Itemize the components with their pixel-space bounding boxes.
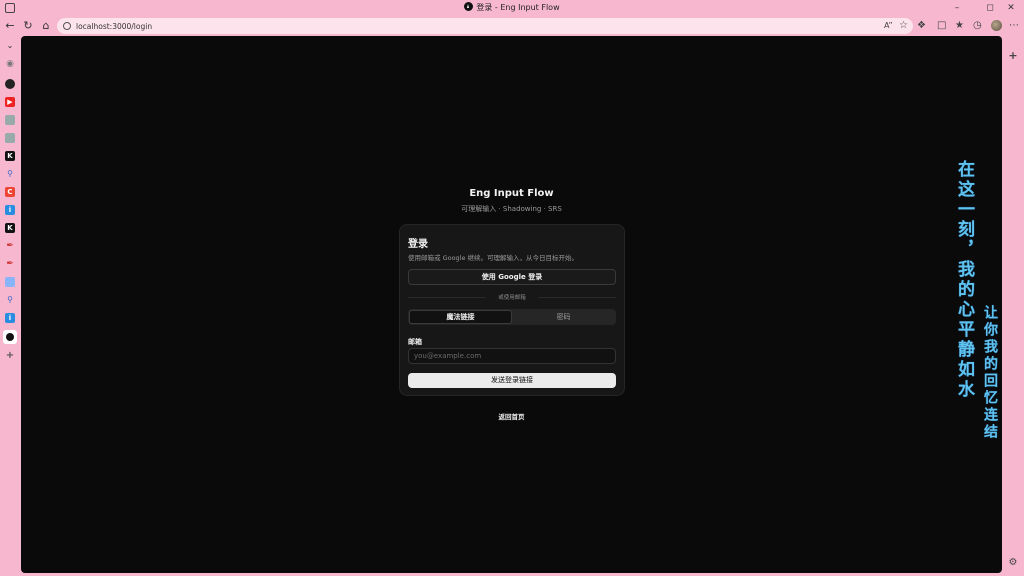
youtube-icon[interactable]: ▶ — [5, 97, 15, 107]
address-bar[interactable] — [57, 18, 913, 34]
page-viewport: Eng Input Flow 可理解输入 · Shadowing · SRS 登… — [21, 36, 1002, 573]
overlay-text-line2: 让你我的回忆连结 — [982, 305, 998, 441]
globe-icon[interactable]: ◉ — [5, 59, 15, 69]
eng-input-flow-icon — [464, 2, 474, 11]
browser-toolbar: ← ↻ ⌂ A” ☆ ❖ □ ★ ◷ ⋯ — [0, 17, 1024, 35]
translate-icon[interactable]: i — [5, 313, 15, 323]
favorite-star-icon[interactable]: ☆ — [899, 18, 908, 34]
favorites-icon[interactable]: ★ — [955, 18, 964, 34]
app-subtitle: 可理解输入 · Shadowing · SRS — [461, 205, 562, 213]
login-card: 登录 使用邮箱或 Google 继续。可理解输入，从今日目标开始。 使用 Goo… — [399, 224, 625, 396]
divider-line-right — [538, 297, 616, 298]
more-menu-icon[interactable]: ⋯ — [1009, 18, 1019, 34]
search-icon[interactable]: ⚲ — [5, 295, 15, 305]
document-icon[interactable] — [5, 277, 15, 287]
maximize-button[interactable]: ◻ — [980, 2, 1000, 14]
google-login-button[interactable]: 使用 Google 登录 — [408, 269, 616, 285]
eng-input-flow-icon[interactable] — [3, 330, 17, 344]
minimize-button[interactable]: – — [947, 2, 967, 14]
window-title-text: 登录 - Eng Input Flow — [476, 3, 560, 12]
overlay-text-line1: 在这一刻，我的心平静如水 — [954, 160, 974, 400]
back-arrow-icon[interactable]: ← — [3, 19, 17, 33]
c-icon[interactable]: C — [5, 187, 15, 197]
gear-icon[interactable]: ⚙ — [1008, 558, 1018, 568]
read-aloud-icon[interactable]: A” — [884, 18, 893, 34]
github-icon[interactable] — [5, 79, 15, 89]
pen-icon[interactable]: ✒ — [5, 241, 15, 251]
k-icon[interactable]: K — [5, 223, 15, 233]
home-icon[interactable]: ⌂ — [39, 19, 53, 33]
window-titlebar: 登录 - Eng Input Flow – ◻ ✕ — [0, 0, 1024, 16]
plus-icon[interactable]: + — [5, 351, 15, 361]
right-sidebar: + ⚙ — [1003, 36, 1024, 576]
login-method-tabs: 魔法链接 密码 — [408, 309, 616, 325]
profile-avatar[interactable] — [991, 20, 1002, 31]
split-screen-icon[interactable]: □ — [937, 18, 946, 34]
k-icon[interactable]: K — [5, 151, 15, 161]
history-icon[interactable]: ◷ — [973, 18, 982, 34]
close-button[interactable]: ✕ — [1001, 2, 1021, 14]
extensions-icon[interactable]: ❖ — [917, 18, 926, 34]
site-info-icon[interactable] — [63, 22, 71, 30]
tab-magic-link[interactable]: 魔法链接 — [409, 310, 512, 324]
email-label: 邮箱 — [408, 338, 422, 346]
refresh-icon[interactable]: ↻ — [21, 19, 35, 33]
email-field[interactable] — [408, 348, 616, 364]
login-title: 登录 — [408, 239, 428, 250]
url-input[interactable] — [76, 21, 776, 31]
login-description: 使用邮箱或 Google 继续。可理解输入，从今日目标开始。 — [408, 254, 579, 262]
site-icon[interactable] — [5, 115, 15, 125]
search-icon[interactable]: ⚲ — [5, 169, 15, 179]
app-title: Eng Input Flow — [469, 188, 554, 199]
chevron-down-icon[interactable]: ⌄ — [5, 41, 15, 51]
browser-sidebar: ⌄ ◉ ▶ K ⚲ C i K ✒ ✒ ⚲ i + — [0, 36, 20, 576]
add-icon[interactable]: + — [1008, 50, 1018, 61]
send-login-link-button[interactable]: 发送登录链接 — [408, 373, 616, 388]
tab-password[interactable]: 密码 — [512, 310, 615, 324]
back-home-link[interactable]: 返回首页 — [21, 411, 1002, 421]
translate-icon[interactable]: i — [5, 205, 15, 215]
site-icon[interactable] — [5, 133, 15, 143]
window-title: 登录 - Eng Input Flow — [0, 2, 1024, 13]
pen-icon[interactable]: ✒ — [5, 259, 15, 269]
